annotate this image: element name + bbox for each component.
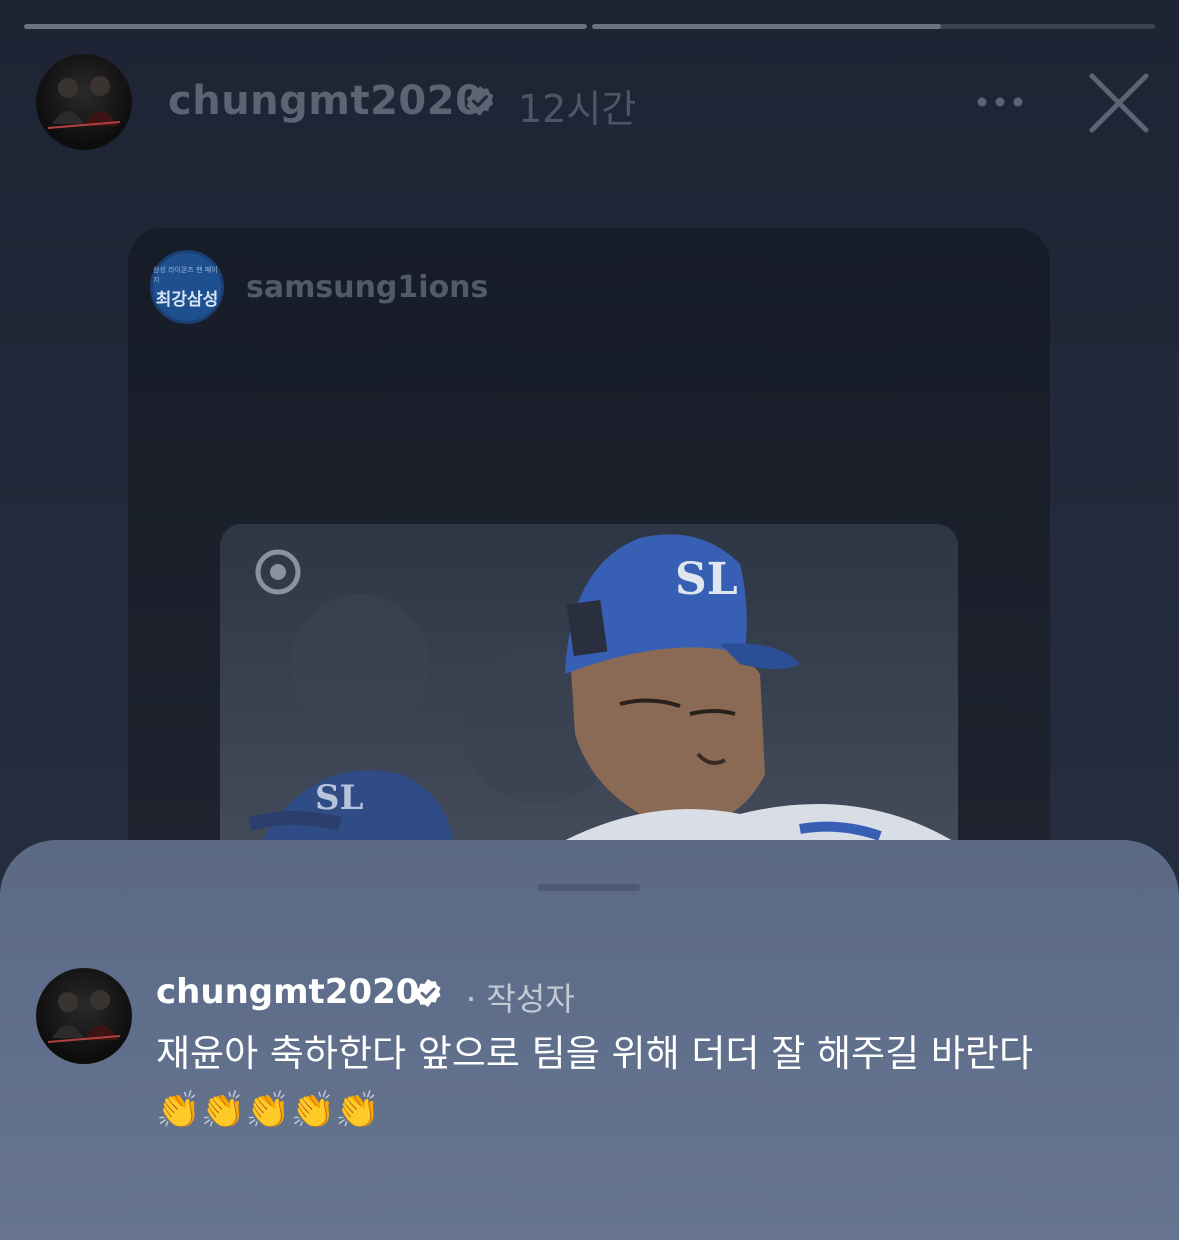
comment-avatar[interactable] bbox=[36, 968, 132, 1064]
more-options-icon[interactable] bbox=[970, 88, 1030, 116]
story-progress-bar-1 bbox=[24, 24, 587, 29]
story-viewer: chungmt2020 12시간 삼성 라이온즈 팬 페이지 최강삼성 sams… bbox=[0, 0, 1179, 1240]
comment-text: 재윤아 축하한다 앞으로 팀을 위해 더더 잘 해주길 바란다 👏👏👏👏👏 bbox=[156, 1026, 1046, 1139]
avatar-photo bbox=[47, 76, 121, 129]
cap-logo: SL bbox=[675, 554, 738, 605]
avatar-title: 최강삼성 bbox=[155, 289, 219, 310]
avatar-caption: 삼성 라이온즈 팬 페이지 bbox=[153, 265, 218, 284]
shared-post-card[interactable]: 삼성 라이온즈 팬 페이지 최강삼성 samsung1ions SL SL bbox=[128, 228, 1050, 928]
avatar-photo bbox=[47, 990, 121, 1043]
comment-body: 재윤아 축하한다 앞으로 팀을 위해 더더 잘 해주길 바란다 bbox=[156, 1032, 1034, 1075]
story-progress-fill-1 bbox=[24, 24, 587, 29]
close-icon[interactable] bbox=[1088, 72, 1150, 134]
shared-post-username[interactable]: samsung1ions bbox=[246, 270, 488, 305]
story-username[interactable]: chungmt2020 bbox=[168, 78, 483, 124]
verified-badge-icon bbox=[466, 86, 494, 116]
shared-post-avatar[interactable]: 삼성 라이온즈 팬 페이지 최강삼성 bbox=[150, 250, 224, 324]
story-timestamp: 12시간 bbox=[518, 87, 637, 131]
author-tag: · 작성자 bbox=[466, 980, 575, 1018]
clap-emojis: 👏👏👏👏👏 bbox=[156, 1090, 381, 1131]
story-progress-bar-2 bbox=[592, 24, 1155, 29]
story-progress-fill-2 bbox=[592, 24, 942, 29]
cap-logo-small: SL bbox=[315, 778, 364, 818]
verified-badge-icon bbox=[415, 979, 441, 1007]
comment-username[interactable]: chungmt2020 bbox=[156, 972, 419, 1012]
story-avatar[interactable] bbox=[36, 54, 132, 150]
sheet-grab-handle[interactable] bbox=[538, 884, 640, 891]
